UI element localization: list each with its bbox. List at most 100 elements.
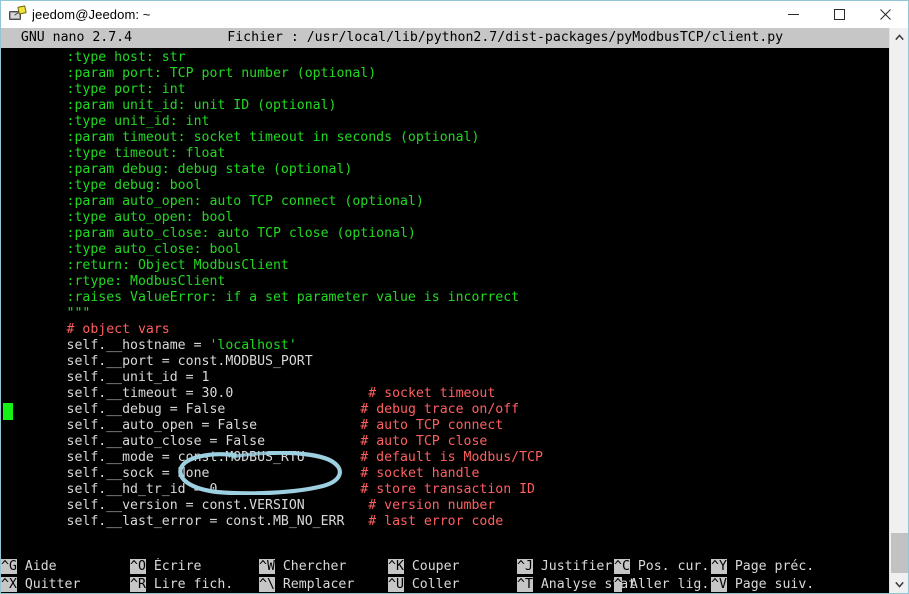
code-line: :param auto_open: auto TCP connect (opti… xyxy=(3,194,889,210)
shortcut-item[interactable]: ^O Écrire xyxy=(130,558,201,576)
shortcut-item[interactable]: ^X Quitter xyxy=(1,576,80,593)
shortcut-key: ^X xyxy=(1,577,17,592)
code-line: self.__last_error = const.MB_NO_ERR # la… xyxy=(3,514,889,530)
shortcut-key: ^U xyxy=(388,577,404,592)
shortcut-key: ^W xyxy=(259,559,275,574)
code-line: self.__mode = const.MODBUS_RTU # default… xyxy=(3,450,889,466)
shortcut-item[interactable]: ^W Chercher xyxy=(259,558,346,576)
code-token: self.__timeout = 30.0 xyxy=(66,386,234,401)
shortcut-item[interactable]: ^\ Remplacer xyxy=(259,576,355,593)
shortcut-key: ^R xyxy=(130,577,146,592)
code-token: self.__auto_close = False xyxy=(66,434,266,449)
code-literal: """ xyxy=(66,306,91,321)
shortcut-item[interactable]: ^C Pos. cur. xyxy=(614,558,709,576)
shortcut-label: Page préc. xyxy=(726,559,815,574)
shortcut-label: Lire fich. xyxy=(145,577,234,592)
code-comment: # auto TCP connect xyxy=(360,418,504,433)
code-line: self.__hd_tr_id = 0 # store transaction … xyxy=(3,482,889,498)
shortcut-item[interactable]: ^V Page suiv. xyxy=(711,576,814,593)
shortcut-item[interactable]: ^J Justifier xyxy=(517,558,612,576)
shortcut-item[interactable]: ^ Aller lig. xyxy=(614,576,710,593)
code-comment: # socket handle xyxy=(360,466,480,481)
shortcut-key: ^G xyxy=(1,559,17,574)
code-line: self.__hostname = 'localhost' xyxy=(3,338,889,354)
shortcut-key: ^T xyxy=(517,577,533,592)
code-literal: :type auto_close: bool xyxy=(66,242,242,257)
close-button[interactable] xyxy=(862,1,908,28)
shortcut-item[interactable]: ^U Coller xyxy=(388,576,459,593)
titlebar-left-group: jeedom@Jeedom: ~ xyxy=(1,4,770,24)
code-line: :type unit_id: int xyxy=(3,114,889,130)
scroll-down-button[interactable] xyxy=(890,575,908,593)
shortcut-item[interactable]: ^G Aide xyxy=(1,558,57,576)
shortcut-key: ^J xyxy=(517,559,533,574)
shortcut-label: Pos. cur. xyxy=(629,559,710,574)
code-literal: :type timeout: float xyxy=(66,146,226,161)
shortcut-label: Aller lig. xyxy=(621,577,710,592)
code-literal: :type port: int xyxy=(66,82,186,97)
scrollbar-thumb[interactable] xyxy=(891,533,908,573)
code-editor-area[interactable]: :type host: str :param port: TCP port nu… xyxy=(1,50,889,558)
shortcut-row-2: ^X Quitter ^R Lire fich. ^\ Remplacer ^U Co… xyxy=(1,576,889,593)
terminal-body[interactable]: GNU nano 2.7.4 Fichier : /usr/local/lib/… xyxy=(1,28,889,593)
shortcut-item[interactable]: ^K Couper xyxy=(388,558,459,576)
code-line: self.__auto_open = False # auto TCP conn… xyxy=(3,418,889,434)
code-line: self.__auto_close = False # auto TCP clo… xyxy=(3,434,889,450)
code-literal: :return: Object ModbusClient xyxy=(66,258,289,273)
code-literal: :param debug: debug state (optional) xyxy=(66,162,353,177)
code-line: :rtype: ModbusClient xyxy=(3,274,889,290)
shortcut-key: ^Y xyxy=(711,559,727,574)
shortcut-item[interactable]: ^Y Page préc. xyxy=(711,558,814,576)
code-line: :param unit_id: unit ID (optional) xyxy=(3,98,889,114)
code-literal: :param timeout: socket timeout in second… xyxy=(66,130,480,145)
code-line: :type port: int xyxy=(3,82,889,98)
code-token: self.__sock = None xyxy=(66,466,210,481)
code-line: :param timeout: socket timeout in second… xyxy=(3,130,889,146)
code-literal: :type host: str xyxy=(66,50,186,65)
shortcut-item[interactable]: ^R Lire fich. xyxy=(130,576,234,593)
code-literal: :type debug: bool xyxy=(66,178,202,193)
code-token: self.__auto_open = False xyxy=(66,418,258,433)
shortcut-label: Couper xyxy=(403,559,460,574)
shortcut-label: Remplacer xyxy=(274,577,355,592)
shortcut-label: Aide xyxy=(16,559,57,574)
code-line: :type timeout: float xyxy=(3,146,889,162)
code-comment: # default is Modbus/TCP xyxy=(360,450,543,465)
shortcut-row-1: ^G Aide ^O Écrire ^W Chercher ^K Couper ^J J… xyxy=(1,558,889,576)
minimize-icon xyxy=(787,14,799,15)
code-line: :return: Object ModbusClient xyxy=(3,258,889,274)
code-literal: :rtype: ModbusClient xyxy=(66,274,226,289)
maximize-icon xyxy=(833,9,845,20)
code-token: self.__port = const.MODBUS_PORT xyxy=(66,354,313,369)
minimize-button[interactable] xyxy=(770,1,816,28)
shortcut-label: Écrire xyxy=(145,559,202,574)
vertical-scrollbar[interactable] xyxy=(889,28,908,593)
window-titlebar[interactable]: jeedom@Jeedom: ~ xyxy=(1,1,908,28)
maximize-button[interactable] xyxy=(816,1,862,28)
code-literal: :type auto_open: bool xyxy=(66,210,234,225)
code-line: self.__debug = False # debug trace on/of… xyxy=(3,402,889,418)
scroll-up-button[interactable] xyxy=(890,28,908,47)
code-line: :raises ValueError: if a set parameter v… xyxy=(3,290,889,306)
